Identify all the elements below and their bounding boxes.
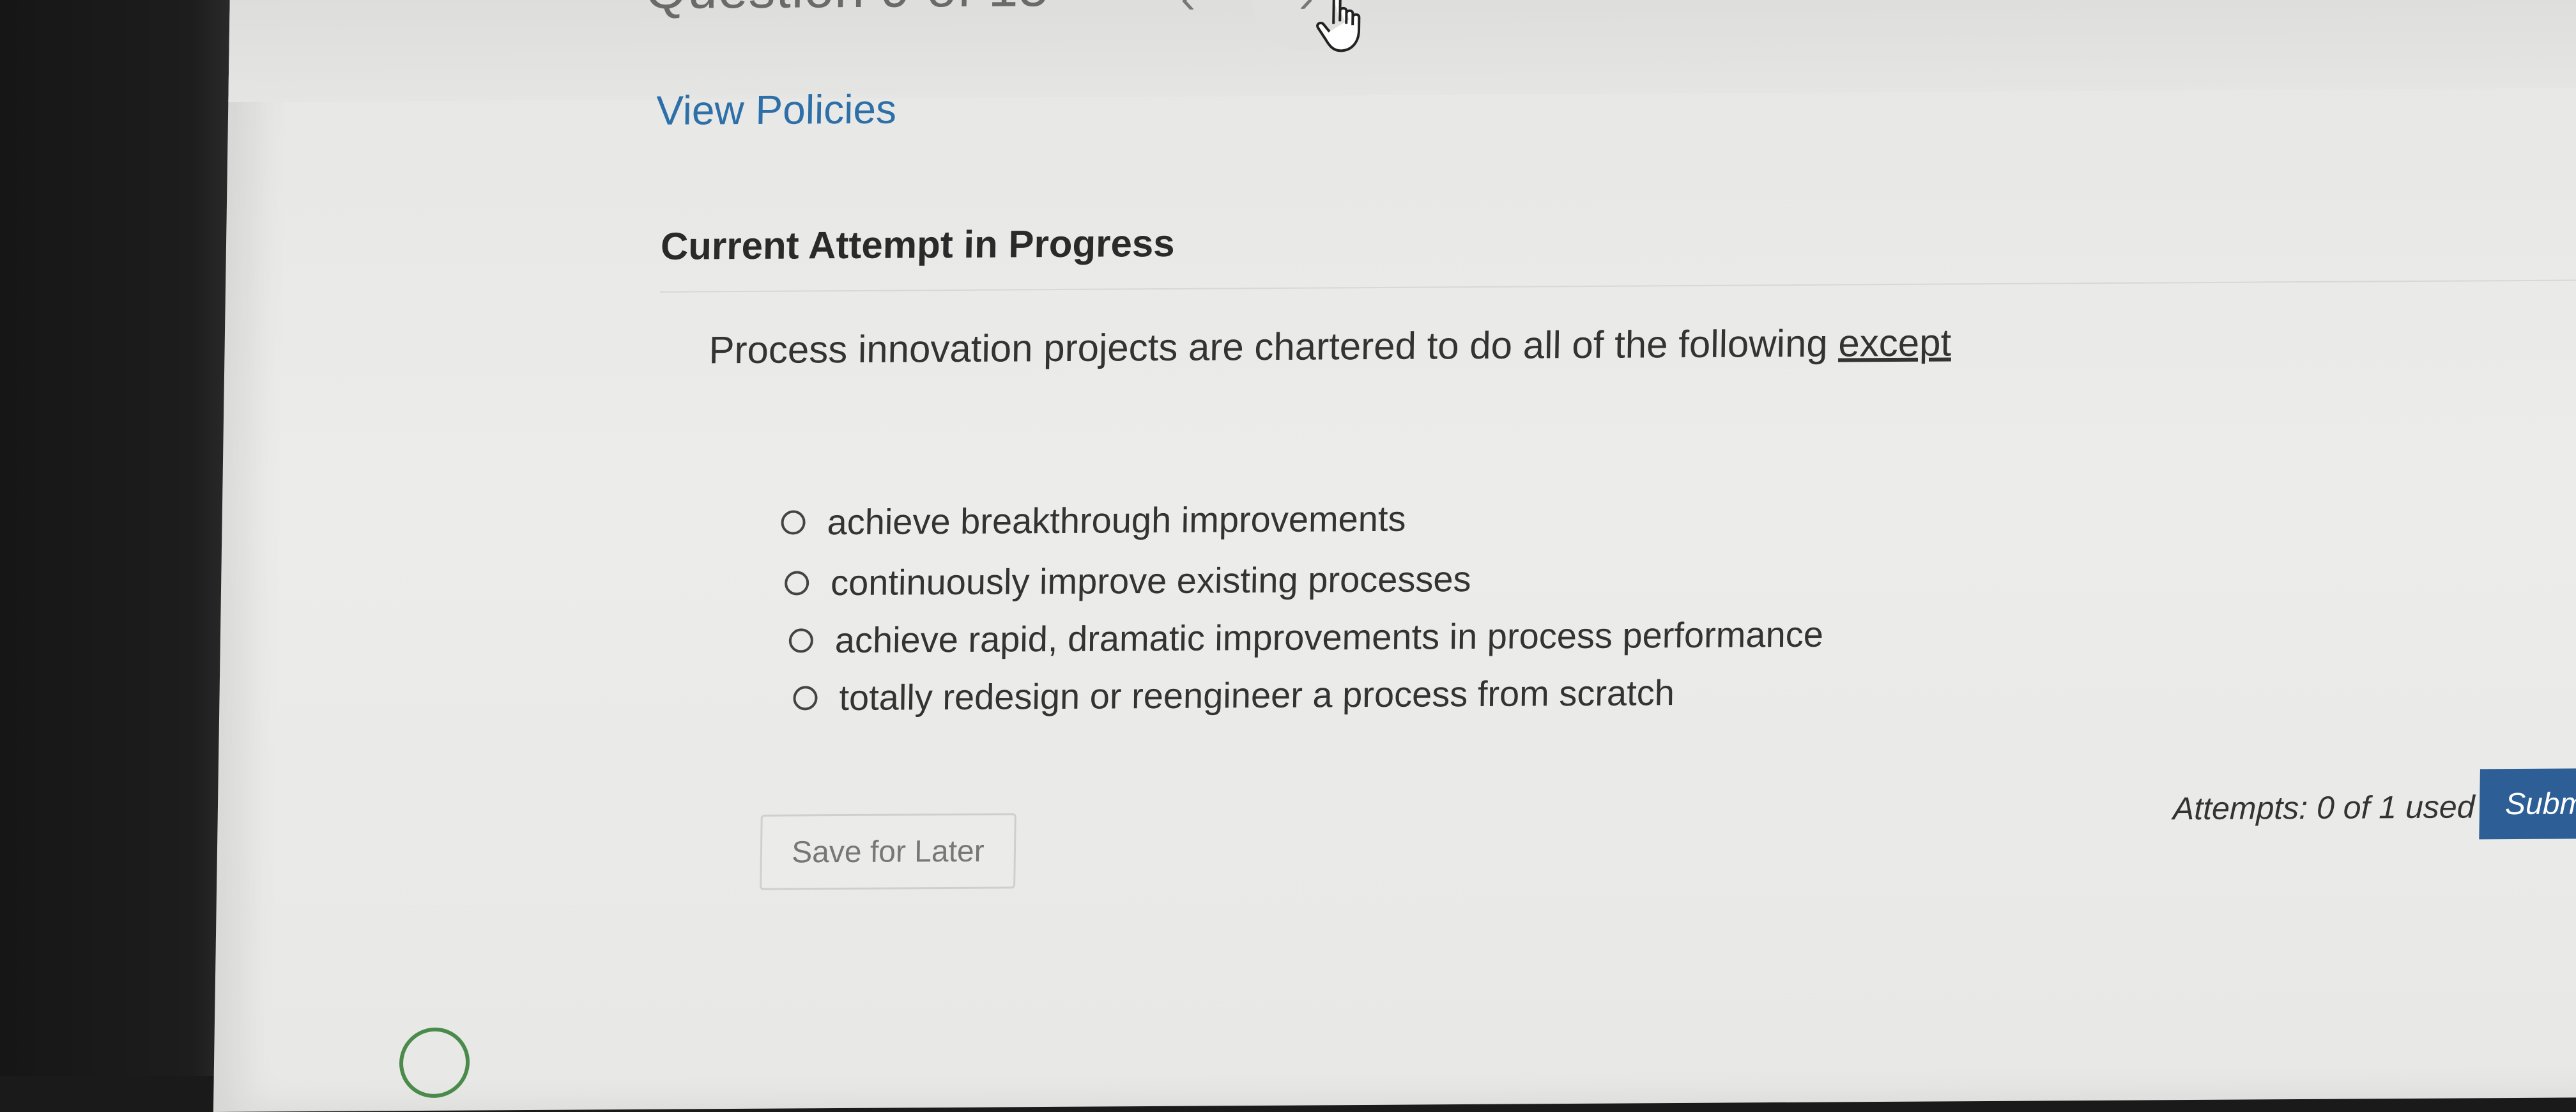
radio-button[interactable] [781,509,806,535]
answer-option-label: achieve rapid, dramatic improvements in … [834,614,1824,661]
answer-option-label: continuously improve existing processes [830,559,1472,603]
question-prompt: Process innovation projects are chartere… [709,320,1952,372]
radio-button[interactable] [793,685,818,710]
previous-question-button[interactable]: ‹ [1156,0,1220,23]
radio-button[interactable] [788,628,814,653]
question-emphasis: except [1837,321,1952,365]
question-counter: Question 9 of 15 [645,0,1050,21]
question-prompt-text: Process innovation projects are chartere… [709,321,1839,372]
section-divider [659,279,2576,293]
answer-option[interactable]: continuously improve existing processes [784,558,1472,604]
answer-option[interactable]: achieve breakthrough improvements [781,498,1406,543]
attempt-status-heading: Current Attempt in Progress [660,221,1176,268]
answer-option[interactable]: achieve rapid, dramatic improvements in … [788,614,1823,661]
top-navigation-bar [228,0,2576,102]
chevron-left-icon: ‹ [1181,0,1197,23]
quiz-page: Question 9 of 15 ‹ › View Policies Curre… [213,0,2576,1112]
hand-pointer-icon [1316,0,1361,52]
save-for-later-button[interactable]: Save for Later [760,813,1016,890]
radio-button[interactable] [784,570,809,596]
attempts-counter: Attempts: 0 of 1 used [2172,789,2475,827]
answer-option-label: totally redesign or reengineer a process… [839,672,1675,718]
chevron-right-icon: › [1299,0,1315,22]
answer-option[interactable]: totally redesign or reengineer a process… [793,672,1675,718]
submit-answer-button[interactable]: Subm [2479,768,2576,840]
help-icon[interactable] [399,1027,470,1099]
view-policies-link[interactable]: View Policies [656,86,897,134]
answer-option-label: achieve breakthrough improvements [827,498,1406,543]
